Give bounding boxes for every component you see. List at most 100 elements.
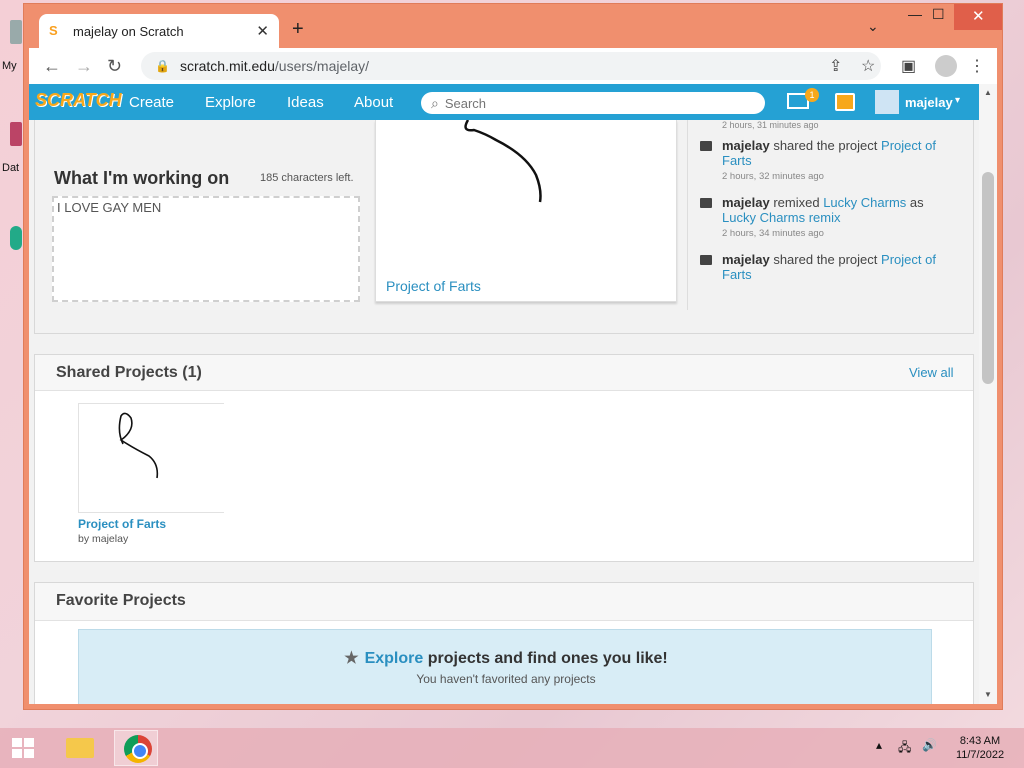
tray-chevron-icon[interactable]: ▴: [876, 738, 882, 752]
url-host: scratch.mit.edu: [179, 58, 275, 74]
scrollbar-thumb[interactable]: [982, 172, 994, 384]
profile-avatar-icon[interactable]: [935, 55, 957, 77]
new-tab-icon[interactable]: +: [292, 18, 304, 41]
user-avatar[interactable]: [875, 90, 899, 114]
desktop-data-icon[interactable]: [10, 122, 22, 146]
windows-taskbar: ▴ 🖧 🔊 8:43 AM 11/7/2022: [0, 728, 1024, 768]
taskbar-clock[interactable]: 8:43 AM 11/7/2022: [948, 734, 1012, 762]
featured-project-card[interactable]: Project of Farts: [375, 119, 677, 302]
working-on-field[interactable]: I LOVE GAY MEN: [52, 196, 360, 302]
browser-toolbar: ← → ↻ 🔒 scratch.mit.edu/users/majelay/ ⇪…: [29, 48, 997, 84]
project-thumbnail[interactable]: [78, 403, 224, 513]
activity-target-link[interactable]: Lucky Charms: [823, 195, 906, 210]
scratch-search[interactable]: ⌕: [421, 92, 765, 114]
clock-date: 11/7/2022: [955, 749, 1005, 761]
tab-search-chevron-icon[interactable]: ⌄: [867, 18, 879, 35]
taskbar-chrome[interactable]: [114, 730, 158, 766]
desktop-app-icon[interactable]: [10, 226, 22, 250]
tab-active[interactable]: S majelay on Scratch ✕: [39, 14, 279, 48]
bookmark-star-icon[interactable]: ☆: [861, 56, 875, 76]
scratch-logo[interactable]: SCRATCH: [35, 90, 122, 111]
nav-ideas[interactable]: Ideas: [287, 94, 324, 111]
activity-connector: as: [909, 195, 924, 210]
taskbar-file-explorer[interactable]: [58, 730, 102, 766]
reload-icon[interactable]: ↻: [107, 56, 122, 77]
volume-icon[interactable]: 🔊: [922, 738, 937, 752]
activity-user[interactable]: majelay: [722, 195, 770, 210]
activity-action: shared the project: [773, 252, 878, 267]
maximize-icon[interactable]: ☐: [932, 6, 945, 23]
address-bar[interactable]: 🔒 scratch.mit.edu/users/majelay/: [141, 52, 881, 80]
activity-clipped-time: 2 hours, 31 minutes ago: [722, 120, 819, 130]
activity-share-icon: [700, 255, 712, 265]
account-username[interactable]: majelay: [905, 95, 953, 110]
nav-about[interactable]: About: [354, 94, 393, 111]
side-panel-icon[interactable]: ▣: [901, 56, 916, 76]
activity-action: remixed: [773, 195, 820, 210]
activity-item: majelay shared the project Project of Fa…: [700, 138, 950, 184]
activity-share-icon: [700, 141, 712, 151]
featured-project-title[interactable]: Project of Farts: [386, 278, 481, 294]
browser-window: S majelay on Scratch ✕ + ⌄ — ☐ ✕ ← → ↻ 🔒…: [23, 3, 1003, 710]
favorite-empty-subtext: You haven't favorited any projects: [416, 672, 596, 686]
activity-user[interactable]: majelay: [722, 138, 770, 153]
desktop-label-dat: Dat: [2, 162, 20, 174]
window-close-icon: ✕: [972, 8, 985, 25]
activity-item: majelay shared the project Project of Fa…: [700, 252, 950, 282]
folder-icon: [66, 738, 94, 758]
explore-rest-text: projects and find ones you like!: [427, 650, 668, 667]
scratch-navbar: SCRATCH Create Explore Ideas About ⌕ 1 m…: [29, 84, 979, 120]
chrome-icon: [124, 735, 152, 763]
working-on-title: What I'm working on: [54, 168, 230, 188]
scroll-up-icon[interactable]: ▲: [984, 88, 992, 97]
shared-projects-title: Shared Projects (1): [56, 364, 202, 381]
forward-arrow-icon[interactable]: →: [75, 56, 93, 77]
scratch-favicon-icon: S: [49, 23, 58, 38]
search-icon: ⌕: [431, 94, 439, 111]
activity-user[interactable]: majelay: [722, 252, 770, 267]
favorite-projects-section: Favorite Projects ★ Explore projects and …: [34, 582, 974, 704]
search-input[interactable]: [444, 95, 745, 111]
url-path: /users/majelay/: [274, 58, 370, 74]
share-icon[interactable]: ⇪: [829, 56, 842, 76]
activity-action: shared the project: [773, 138, 878, 153]
favorite-projects-title: Favorite Projects: [56, 592, 186, 609]
minimize-icon[interactable]: —: [908, 6, 922, 22]
account-dropdown-icon[interactable]: ▾: [955, 95, 960, 106]
page-scrollbar[interactable]: ▲ ▼: [979, 84, 997, 704]
menu-kebab-icon[interactable]: ⋮: [969, 56, 985, 76]
project-name-link[interactable]: Project of Farts: [78, 517, 166, 531]
window-close-button[interactable]: ✕: [954, 4, 1002, 30]
network-icon[interactable]: 🖧: [898, 738, 911, 759]
desktop-shortcut-icon[interactable]: [10, 20, 22, 44]
activity-time: 2 hours, 34 minutes ago: [722, 228, 824, 239]
star-icon: ★: [344, 650, 359, 667]
favorite-empty-panel: ★ Explore projects and find ones you like…: [78, 629, 932, 704]
characters-left: 185 characters left.: [260, 172, 354, 184]
shared-projects-header: Shared Projects (1) View all: [35, 355, 973, 391]
project-author: by majelay: [78, 533, 129, 545]
desktop-icons: My Dat: [0, 0, 22, 728]
favorite-empty-message: ★ Explore projects and find ones you like…: [79, 648, 933, 668]
favorite-projects-header: Favorite Projects: [35, 583, 973, 621]
tab-strip: S majelay on Scratch ✕ + ⌄ — ☐ ✕: [24, 4, 1002, 48]
lock-icon[interactable]: 🔒: [155, 59, 170, 73]
shared-projects-section: Shared Projects (1) View all Project of …: [34, 354, 974, 562]
page-viewport: SCRATCH Create Explore Ideas About ⌕ 1 m…: [29, 84, 997, 704]
my-stuff-icon[interactable]: [835, 93, 855, 111]
nav-explore[interactable]: Explore: [205, 94, 256, 111]
nav-create[interactable]: Create: [129, 94, 174, 111]
activity-remix-icon: [700, 198, 712, 208]
scroll-down-icon[interactable]: ▼: [984, 690, 992, 699]
activity-item: majelay remixed Lucky Charms as Lucky Ch…: [700, 195, 950, 241]
featured-project-thumbnail: [464, 119, 542, 203]
windows-start-icon[interactable]: [12, 738, 34, 758]
activity-remix-link[interactable]: Lucky Charms remix: [722, 210, 840, 225]
view-all-link[interactable]: View all: [909, 365, 954, 380]
explore-link[interactable]: Explore: [365, 650, 424, 667]
messages-badge: 1: [805, 88, 819, 102]
close-tab-icon[interactable]: ✕: [256, 22, 269, 40]
activity-feed: 2 hours, 31 minutes ago majelay shared t…: [687, 120, 974, 310]
back-arrow-icon[interactable]: ←: [43, 56, 61, 77]
desktop-label-my: My: [2, 60, 17, 72]
